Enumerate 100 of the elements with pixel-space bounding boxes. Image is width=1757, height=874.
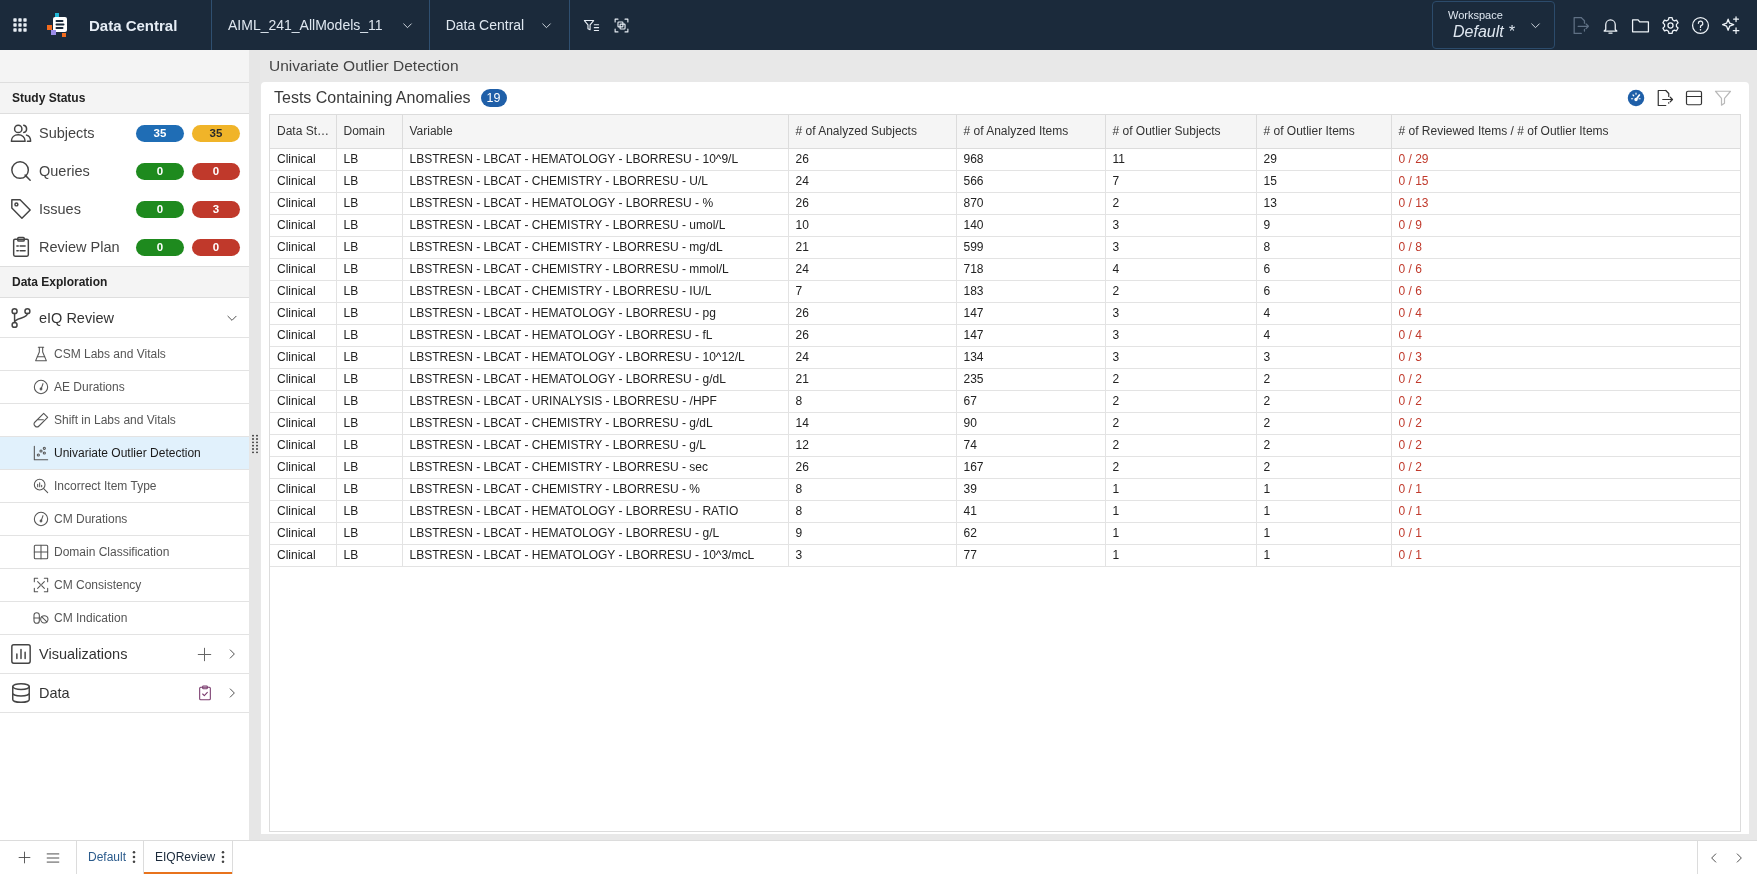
table-cell: 3: [1105, 324, 1256, 346]
table-cell: 4: [1256, 324, 1391, 346]
study-dropdown[interactable]: AIML_241_AllModels_11: [212, 0, 429, 50]
workspace-selector[interactable]: Workspace Default *: [1432, 1, 1555, 49]
table-cell: 3: [1105, 302, 1256, 324]
table-cell: LB: [336, 214, 402, 236]
status-link[interactable]: Review Plan: [39, 239, 120, 255]
table-cell: 0 / 6: [1391, 280, 1740, 302]
nav-item[interactable]: CM Indication: [0, 602, 249, 635]
table-cell: 74: [956, 434, 1105, 456]
nav-item[interactable]: AE Durations: [0, 371, 249, 404]
status-link[interactable]: Issues: [39, 201, 81, 217]
table-cell: 183: [956, 280, 1105, 302]
table-cell: 0 / 13: [1391, 192, 1740, 214]
logo-icon: [46, 13, 70, 37]
table-cell: 235: [956, 368, 1105, 390]
column-header[interactable]: # of Outlier Subjects: [1105, 115, 1256, 148]
status-link[interactable]: Queries: [39, 163, 90, 179]
table-cell: Clinical: [270, 544, 336, 566]
table-cell: 21: [788, 368, 956, 390]
plus-icon[interactable]: [197, 646, 212, 662]
resize-handle-icon[interactable]: [250, 434, 259, 454]
section-heading: Study Status: [0, 83, 249, 114]
sparkle-icon[interactable]: [1721, 15, 1740, 35]
nav-group-label[interactable]: Data: [39, 685, 70, 701]
table-cell: 167: [956, 456, 1105, 478]
table-cell: LB: [336, 148, 402, 170]
table-cell: 12: [788, 434, 956, 456]
flask-icon: [33, 346, 49, 362]
export-icon[interactable]: [1656, 89, 1674, 107]
table-cell: 41: [956, 500, 1105, 522]
corner-brackets-icon[interactable]: [613, 16, 631, 34]
module-dropdown[interactable]: Data Central: [429, 0, 570, 50]
nav-group-label[interactable]: eIQ Review: [39, 309, 114, 326]
status-link[interactable]: Subjects: [39, 125, 95, 141]
column-header[interactable]: Data St…: [270, 115, 336, 148]
column-header[interactable]: # of Analyzed Items: [956, 115, 1105, 148]
column-header[interactable]: # of Reviewed Items / # of Outlier Items: [1391, 115, 1740, 148]
table-cell: 62: [956, 522, 1105, 544]
table-cell: 2: [1105, 280, 1256, 302]
table-cell: LB: [336, 280, 402, 302]
column-header[interactable]: # of Outlier Items: [1256, 115, 1391, 148]
table-cell: 2: [1256, 368, 1391, 390]
apps-grid-icon[interactable]: [12, 17, 28, 33]
table-cell: 2: [1256, 390, 1391, 412]
clipboard-icon: [10, 236, 32, 258]
nav-group-label[interactable]: Visualizations: [39, 646, 128, 662]
table-cell: 0 / 2: [1391, 412, 1740, 434]
menu-icon[interactable]: [46, 850, 60, 865]
table-cell: 2: [1105, 434, 1256, 456]
column-header[interactable]: # of Analyzed Subjects: [788, 115, 956, 148]
table-cell: 13: [1256, 192, 1391, 214]
table-cell: 1: [1105, 522, 1256, 544]
column-header[interactable]: Variable: [402, 115, 788, 148]
page-title: Univariate Outlier Detection: [269, 57, 459, 75]
table-cell: 140: [956, 214, 1105, 236]
table-cell: Clinical: [270, 192, 336, 214]
test-tube-icon: [33, 412, 49, 428]
dial-icon: [33, 379, 49, 395]
table-cell: 0 / 2: [1391, 456, 1740, 478]
clipboard-check-icon[interactable]: [197, 685, 213, 701]
table-cell: LB: [336, 500, 402, 522]
column-header[interactable]: Domain: [336, 115, 402, 148]
count-badge: 0: [192, 162, 240, 180]
table-cell: 1: [1256, 478, 1391, 500]
table-cell: 2: [1105, 412, 1256, 434]
table-icon: [33, 544, 49, 560]
nav-item[interactable]: Domain Classification: [0, 536, 249, 569]
kebab-icon[interactable]: [221, 849, 226, 864]
help-icon[interactable]: [1691, 15, 1710, 35]
table-cell: 0 / 3: [1391, 346, 1740, 368]
nav-item[interactable]: Univariate Outlier Detection: [0, 437, 249, 470]
table-cell: LBSTRESN - LBCAT - CHEMISTRY - LBORRESU - umol/L: [402, 214, 788, 236]
table-cell: 26: [788, 302, 956, 324]
table-cell: LB: [336, 522, 402, 544]
table-cell: Clinical: [270, 456, 336, 478]
table-cell: LB: [336, 544, 402, 566]
layout-icon[interactable]: [1685, 89, 1703, 107]
table-cell: 3: [1105, 346, 1256, 368]
kebab-icon[interactable]: [132, 849, 137, 864]
table-cell: 9: [1256, 214, 1391, 236]
table-cell: Clinical: [270, 478, 336, 500]
nav-item[interactable]: CM Durations: [0, 503, 249, 536]
table-cell: 968: [956, 148, 1105, 170]
dashboard-icon[interactable]: [1627, 89, 1645, 107]
settings-icon[interactable]: [1661, 15, 1680, 35]
table-cell: 8: [788, 478, 956, 500]
nav-item[interactable]: Incorrect Item Type: [0, 470, 249, 503]
table-cell: 2: [1256, 456, 1391, 478]
table-cell: 2: [1256, 434, 1391, 456]
table-cell: 8: [788, 500, 956, 522]
table-cell: 9: [788, 522, 956, 544]
table-cell: 0 / 1: [1391, 478, 1740, 500]
nav-item[interactable]: CSM Labs and Vitals: [0, 338, 249, 371]
table-cell: Clinical: [270, 324, 336, 346]
table-cell: 39: [956, 478, 1105, 500]
table-cell: 3: [1105, 236, 1256, 258]
table-cell: 0 / 8: [1391, 236, 1740, 258]
table-cell: 1: [1256, 522, 1391, 544]
plus-icon[interactable]: [18, 851, 31, 864]
